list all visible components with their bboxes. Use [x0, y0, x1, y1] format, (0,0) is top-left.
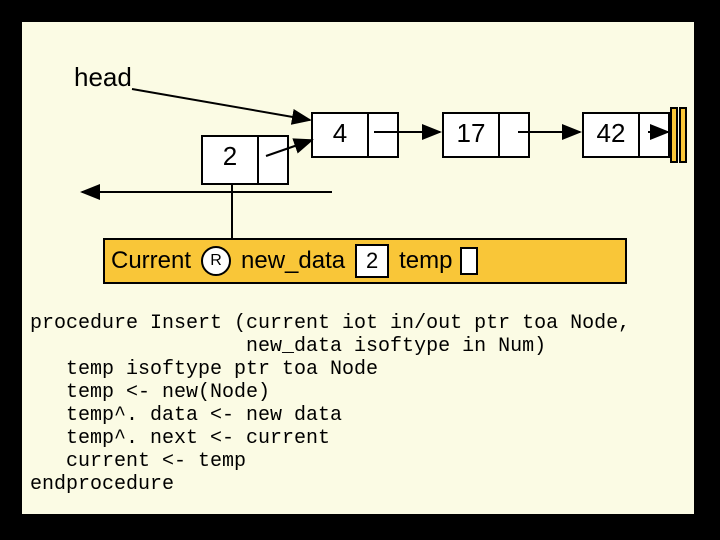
node-next-ptr — [369, 114, 397, 156]
temp-label: temp — [395, 247, 456, 275]
node-17: 17 — [442, 112, 530, 158]
current-label: Current — [105, 247, 197, 275]
node-value: 17 — [444, 114, 500, 156]
node-value: 2 — [203, 137, 259, 183]
ref-mark: R — [201, 246, 231, 276]
slide-frame: head 2 4 17 42 Current R new_data 2 temp — [18, 18, 698, 518]
node-2: 2 — [201, 135, 289, 185]
node-value: 4 — [313, 114, 369, 156]
null-terminator-bar — [679, 107, 687, 163]
variables-row: Current R new_data 2 temp — [103, 238, 627, 284]
null-terminator-bar — [670, 107, 678, 163]
node-next-ptr — [640, 114, 668, 156]
node-4: 4 — [311, 112, 399, 158]
temp-value-box — [460, 247, 478, 275]
new-data-value: 2 — [355, 244, 389, 278]
node-next-ptr — [500, 114, 528, 156]
procedure-code: procedure Insert (current iot in/out ptr… — [30, 312, 630, 496]
new-data-label: new_data — [237, 247, 349, 275]
node-next-ptr — [259, 137, 287, 183]
node-42: 42 — [582, 112, 670, 158]
node-value: 42 — [584, 114, 640, 156]
head-label: head — [74, 62, 132, 93]
